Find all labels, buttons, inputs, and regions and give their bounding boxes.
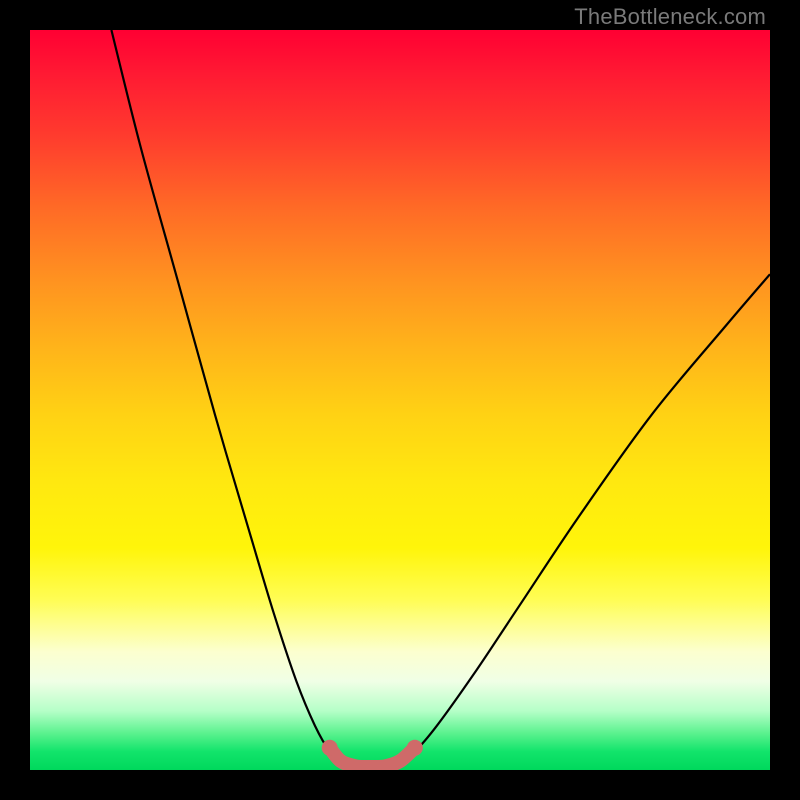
watermark-text: TheBottleneck.com: [574, 4, 766, 30]
chart-root: TheBottleneck.com: [0, 0, 800, 800]
right-curve-line: [399, 274, 770, 762]
valley-dot-right: [407, 740, 423, 756]
valley-dot-left: [322, 740, 338, 756]
plot-area: [30, 30, 770, 770]
curve-layer: [30, 30, 770, 770]
valley-overlay: [330, 748, 415, 767]
left-curve-line: [111, 30, 400, 767]
